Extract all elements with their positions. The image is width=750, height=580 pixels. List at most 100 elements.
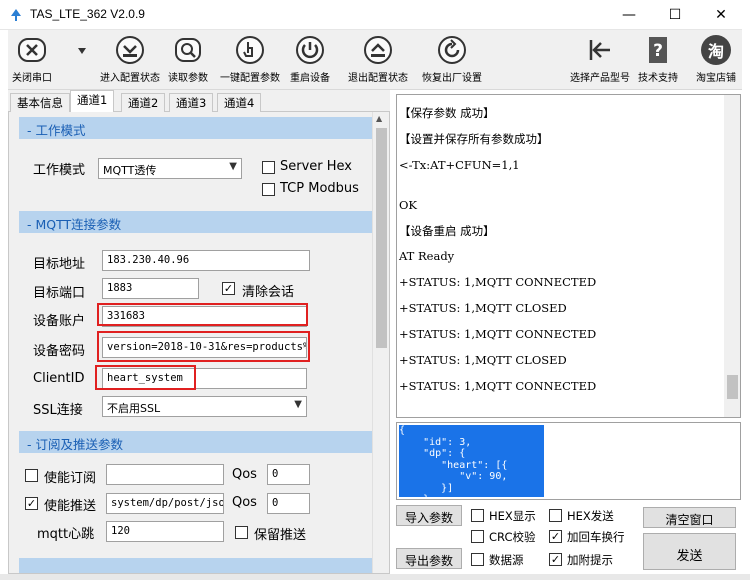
power-icon — [293, 33, 327, 67]
tech-support-label: 技术支持 — [638, 73, 678, 84]
qos-sub-label: Qos — [232, 467, 257, 482]
one-key-config-button[interactable]: 一键配置参数 — [220, 33, 280, 87]
one-key-config-label: 一键配置参数 — [220, 73, 280, 84]
server-hex-checkbox[interactable] — [262, 161, 275, 174]
select-model-button[interactable]: 选择产品型号 — [570, 33, 630, 87]
settings-scrollbar[interactable]: ▲ — [372, 112, 389, 573]
subscribe-topic-input[interactable] — [106, 464, 224, 485]
log-line: +STATUS: 1,MQTT CLOSED — [399, 301, 567, 315]
qos-subscribe-input[interactable]: 0 — [267, 464, 310, 485]
account-highlight-box — [97, 303, 308, 326]
factory-reset-button[interactable]: 恢复出厂设置 — [422, 33, 482, 87]
log-line: +STATUS: 1,MQTT CONNECTED — [399, 327, 597, 341]
restart-button[interactable]: 重启设备 — [290, 33, 330, 87]
tab-channel-4[interactable]: 通道4 — [217, 93, 262, 112]
retain-publish-checkbox[interactable] — [235, 526, 248, 539]
export-params-button[interactable]: 导出参数 — [396, 548, 462, 569]
crc-check-label: CRC校验 — [489, 530, 536, 544]
window-title: TAS_LTE_362 V2.0.9 — [30, 7, 145, 21]
exit-config-label: 退出配置状态 — [348, 73, 408, 84]
enter-config-icon — [113, 33, 147, 67]
qos-publish-input[interactable]: 0 — [267, 493, 310, 514]
close-port-icon — [15, 33, 49, 67]
receive-log[interactable]: 【保存参数 成功】 【设置并保存所有参数成功】 <-Tx:AT+CFUN=1,1… — [396, 94, 741, 418]
add-crlf-label: 加回车换行 — [567, 530, 625, 544]
clear-window-button[interactable]: 清空窗口 — [643, 507, 736, 528]
title-bar: TAS_LTE_362 V2.0.9 — ☐ ✕ — [0, 0, 750, 30]
tab-channel-1[interactable]: 通道1 — [70, 90, 115, 113]
work-mode-header[interactable]: - 工作模式 — [19, 117, 372, 139]
window-edge — [742, 0, 750, 580]
enable-publish-checkbox[interactable]: ✓ — [25, 497, 38, 510]
log-line: +STATUS: 1,MQTT CLOSED — [399, 353, 567, 367]
prompt-label: 加附提示 — [567, 553, 613, 567]
heartbeat-input[interactable]: 120 — [106, 521, 224, 542]
crc-check-checkbox[interactable] — [471, 530, 484, 543]
log-line: +STATUS: 1,MQTT CONNECTED — [399, 275, 597, 289]
log-scrollbar[interactable] — [724, 95, 740, 417]
target-port-label: 目标端口 — [33, 286, 86, 301]
publish-topic-input[interactable]: system/dp/post/json — [106, 493, 224, 514]
read-params-label: 读取参数 — [168, 73, 208, 84]
maximize-button[interactable]: ☐ — [652, 0, 698, 30]
minimize-button[interactable]: — — [606, 0, 652, 30]
hex-display-checkbox[interactable] — [471, 509, 484, 522]
hex-display-label: HEX显示 — [489, 509, 536, 523]
next-section-header[interactable] — [19, 558, 372, 573]
help-icon: ? — [641, 33, 675, 67]
password-label: 设备密码 — [33, 344, 86, 359]
ssl-select[interactable]: 不启用SSL ▼ — [102, 396, 307, 417]
tcp-modbus-checkbox[interactable] — [262, 183, 275, 196]
svg-text:?: ? — [653, 41, 663, 61]
log-line: AT Ready — [399, 249, 455, 263]
hex-send-label: HEX发送 — [567, 509, 614, 523]
back-arrow-icon — [583, 33, 617, 67]
target-port-input[interactable]: 1883 — [102, 278, 199, 299]
reset-icon — [435, 33, 469, 67]
prompt-checkbox[interactable]: ✓ — [549, 553, 562, 566]
enable-publish-label: 使能推送 — [44, 499, 97, 514]
send-button[interactable]: 发送 — [643, 533, 736, 570]
taobao-icon: 淘 — [699, 33, 733, 67]
work-mode-select[interactable]: MQTT透传 ▼ — [98, 158, 242, 179]
ssl-label: SSL连接 — [33, 403, 83, 418]
retain-publish-label: 保留推送 — [254, 528, 307, 543]
data-source-checkbox[interactable] — [471, 553, 484, 566]
target-address-label: 目标地址 — [33, 257, 86, 272]
close-window-button[interactable]: ✕ — [698, 0, 744, 30]
close-port-button[interactable]: 关闭串口 — [12, 33, 52, 87]
dropdown-arrow-icon[interactable] — [78, 40, 86, 60]
clear-session-checkbox[interactable]: ✓ — [222, 282, 235, 295]
mqtt-params-header[interactable]: - MQTT连接参数 — [19, 211, 372, 233]
password-highlight-box — [97, 331, 310, 362]
clientid-label: ClientID — [33, 371, 85, 386]
taobao-button[interactable]: 淘 淘宝店铺 — [696, 33, 736, 87]
target-address-input[interactable]: 183.230.40.96 — [102, 250, 310, 271]
taobao-label: 淘宝店铺 — [696, 73, 736, 84]
send-textarea[interactable]: { "id": 3, "dp": { "heart": [{ "v": 90, … — [396, 422, 741, 500]
exit-config-button[interactable]: 退出配置状态 — [348, 33, 408, 87]
close-port-label: 关闭串口 — [12, 73, 52, 84]
hex-send-checkbox[interactable] — [549, 509, 562, 522]
enable-subscribe-checkbox[interactable] — [25, 469, 38, 482]
scroll-up-icon[interactable]: ▲ — [376, 114, 382, 123]
channel-tabs: 基本信息 通道1 通道2 通道3 通道4 — [8, 90, 390, 113]
scroll-thumb[interactable] — [376, 128, 387, 348]
chevron-down-icon: ▼ — [294, 399, 302, 410]
tab-basic-info[interactable]: 基本信息 — [10, 93, 70, 112]
read-params-button[interactable]: 读取参数 — [168, 33, 208, 87]
server-hex-label: Server Hex — [280, 159, 353, 174]
factory-reset-label: 恢复出厂设置 — [422, 73, 482, 84]
tab-channel-2[interactable]: 通道2 — [121, 93, 166, 112]
import-params-button[interactable]: 导入参数 — [396, 505, 462, 526]
read-params-icon — [171, 33, 205, 67]
toolbar: 关闭串口 进入配置状态 读取参数 一键配置参数 重启设备 退出配置状态 恢复出厂… — [8, 30, 742, 90]
publish-params-header[interactable]: - 订阅及推送参数 — [19, 431, 372, 453]
clear-session-label: 清除会话 — [242, 285, 295, 300]
send-text: { "id": 3, "dp": { "heart": [{ "v": 90, … — [399, 425, 508, 500]
log-scroll-thumb[interactable] — [727, 375, 738, 399]
add-crlf-checkbox[interactable]: ✓ — [549, 530, 562, 543]
tab-channel-3[interactable]: 通道3 — [169, 93, 214, 112]
enter-config-button[interactable]: 进入配置状态 — [100, 33, 160, 87]
tech-support-button[interactable]: ? 技术支持 — [638, 33, 678, 87]
